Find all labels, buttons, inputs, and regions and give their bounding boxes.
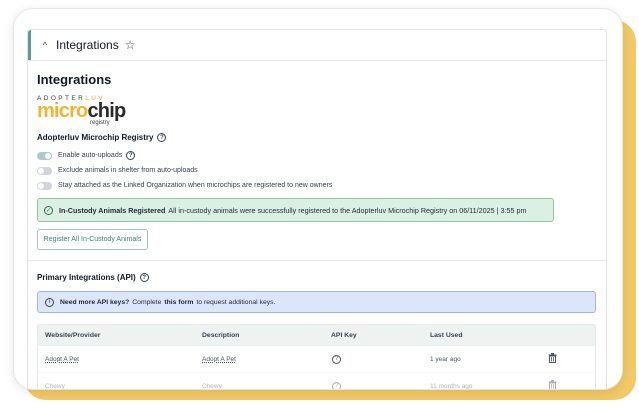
register-all-button[interactable]: Register All In-Custody Animals	[37, 229, 148, 250]
registry-title: Adopterluv Microchip Registry ?	[37, 133, 597, 142]
api-key-help-icon[interactable]: ?	[332, 354, 341, 364]
adopterluv-microchip-logo: ADOPTERLUV microchip registry	[37, 95, 126, 126]
table-header: Website/Provider Description API Key Las…	[38, 325, 595, 345]
star-icon[interactable]: ☆	[125, 38, 136, 52]
success-alert: ✓ In-Custody Animals Registered All in-c…	[37, 198, 554, 222]
help-icon[interactable]: ?	[157, 133, 167, 142]
auto-uploads-toggle[interactable]	[37, 151, 52, 160]
toggle-row-stay-attached: Stay attached as the Linked Organization…	[37, 178, 597, 193]
table-row: Adopt A Pet Adopt A Pet ? 1 year ago	[38, 345, 595, 372]
request-form-link[interactable]: this form	[164, 299, 193, 306]
table-row: Chewy Chewy ? 11 months ago	[38, 372, 595, 390]
last-used-cell: 11 months ago	[430, 382, 473, 390]
section-title: Integrations	[37, 72, 112, 87]
info-icon: i	[45, 297, 54, 307]
window-frame: ^ Integrations ☆ Integrations ADOPTERLUV…	[13, 8, 623, 390]
header-accent-bar	[28, 30, 31, 60]
integrations-panel: ^ Integrations ☆ Integrations ADOPTERLUV…	[27, 29, 607, 390]
help-icon[interactable]: ?	[139, 273, 149, 282]
toggle-row-auto-uploads: Enable auto-uploads ?	[37, 148, 597, 163]
description-cell: Adopt A Pet	[202, 355, 236, 363]
check-circle-icon: ✓	[44, 205, 53, 215]
last-used-cell: 1 year ago	[430, 355, 461, 363]
info-alert: i Need more API keys? Complete this form…	[37, 291, 596, 313]
api-key-help-icon[interactable]: ?	[332, 381, 341, 389]
description-cell: Chewy	[202, 382, 222, 390]
trash-icon[interactable]	[548, 353, 557, 363]
api-section-title: Primary Integrations (API) ?	[37, 273, 597, 282]
panel-header[interactable]: ^ Integrations ☆	[28, 30, 606, 61]
api-table: Website/Provider Description API Key Las…	[37, 324, 596, 390]
stay-attached-toggle[interactable]	[37, 181, 52, 190]
chevron-up-icon[interactable]: ^	[40, 40, 50, 50]
help-icon[interactable]: ?	[126, 151, 136, 160]
exclude-shelter-toggle[interactable]	[37, 166, 52, 175]
provider-link[interactable]: Chewy	[45, 383, 65, 390]
panel-header-title: Integrations	[56, 38, 119, 52]
toggle-row-exclude-shelter: Exclude animals in shelter from auto-upl…	[37, 163, 597, 178]
registry-toggles: Enable auto-uploads ? Exclude animals in…	[37, 148, 597, 193]
provider-link[interactable]: Adopt A Pet	[45, 356, 79, 363]
trash-icon[interactable]	[548, 380, 557, 389]
section-divider	[28, 260, 606, 261]
